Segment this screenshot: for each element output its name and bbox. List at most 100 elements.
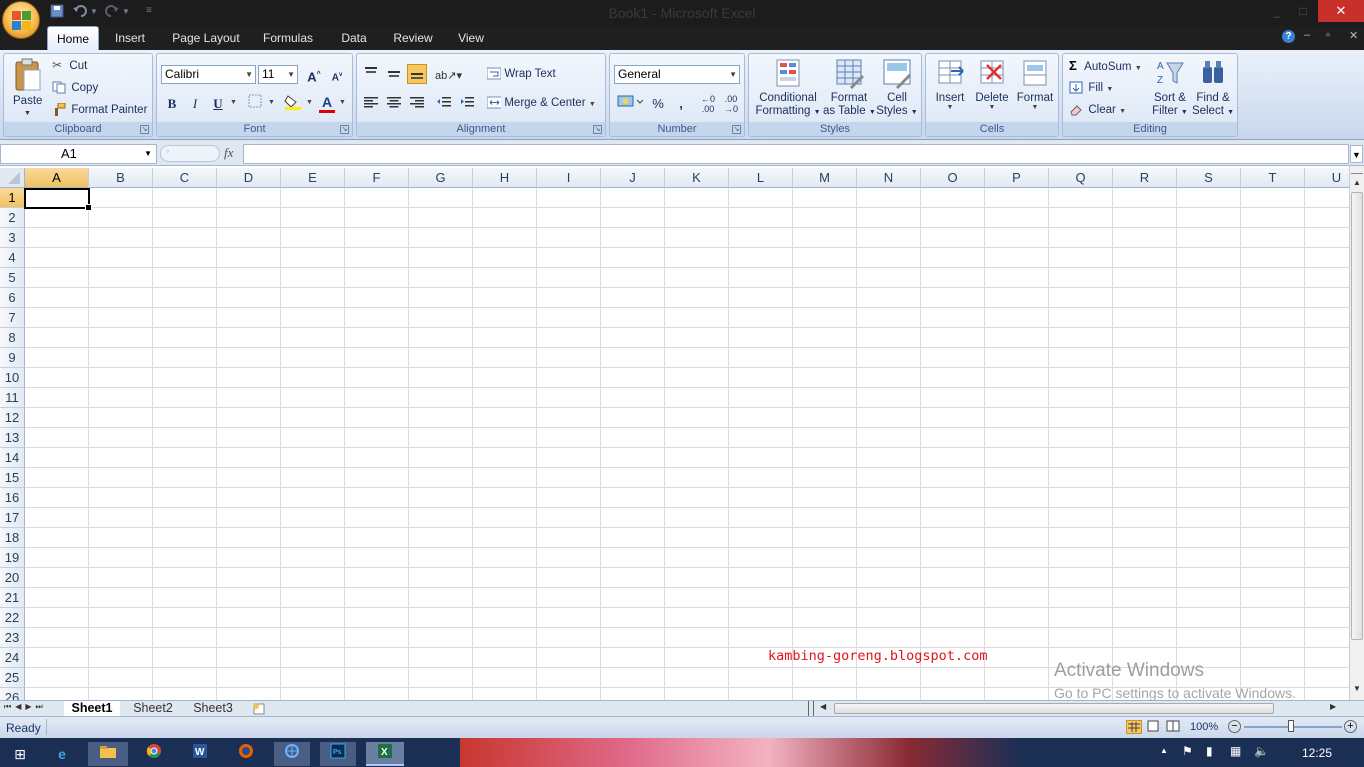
zoom-slider-thumb[interactable] [1288, 720, 1294, 732]
expand-formula-bar-button[interactable]: ▼ [1350, 145, 1363, 163]
bold-button[interactable]: B [162, 93, 182, 113]
font-dialog-launcher[interactable]: ↘ [340, 125, 349, 134]
row-header-20[interactable]: 20 [0, 568, 25, 588]
percent-button[interactable]: % [648, 93, 668, 113]
fill-dropdown-icon[interactable]: ▼ [306, 99, 313, 106]
undo-icon[interactable] [72, 4, 88, 22]
tray-expand-icon[interactable]: ▲ [1160, 746, 1168, 755]
tab-split-handle[interactable] [808, 701, 814, 716]
ribbon-minimize-button[interactable]: – [1304, 29, 1310, 41]
increase-indent-button[interactable] [457, 93, 477, 113]
horizontal-scroll-thumb[interactable] [834, 703, 1274, 714]
row-header-17[interactable]: 17 [0, 508, 25, 528]
restore-button[interactable]: □ [1288, 0, 1318, 22]
clipboard-dialog-launcher[interactable]: ↘ [140, 125, 149, 134]
row-header-14[interactable]: 14 [0, 448, 25, 468]
decrease-indent-button[interactable] [434, 93, 454, 113]
row-header-6[interactable]: 6 [0, 288, 25, 308]
column-header-c[interactable]: C [153, 168, 217, 188]
row-header-9[interactable]: 9 [0, 348, 25, 368]
sheet-tab-sheet1[interactable]: Sheet1 [64, 701, 120, 717]
column-header-j[interactable]: J [601, 168, 665, 188]
column-header-p[interactable]: P [985, 168, 1049, 188]
row-header-4[interactable]: 4 [0, 248, 25, 268]
file-explorer-icon[interactable] [88, 742, 128, 766]
column-header-i[interactable]: I [537, 168, 601, 188]
fill-button[interactable]: Fill ▼ [1069, 80, 1113, 94]
font-size-combo[interactable]: 11 ▼ [258, 65, 298, 84]
align-center-button[interactable] [384, 93, 404, 113]
merge-center-button[interactable]: Merge & Center ▼ [487, 95, 596, 109]
alignment-dialog-launcher[interactable]: ↘ [593, 125, 602, 134]
flag-icon[interactable]: ⚑ [1182, 744, 1193, 758]
row-header-18[interactable]: 18 [0, 528, 25, 548]
sheet-tab-sheet2[interactable]: Sheet2 [126, 701, 180, 717]
select-all-button[interactable] [0, 168, 25, 188]
row-header-2[interactable]: 2 [0, 208, 25, 228]
tab-review[interactable]: Review [387, 26, 439, 50]
row-header-12[interactable]: 12 [0, 408, 25, 428]
column-header-m[interactable]: M [793, 168, 857, 188]
internet-explorer-icon[interactable]: e [44, 742, 80, 766]
scroll-up-icon[interactable]: ▲ [1350, 176, 1364, 190]
column-header-l[interactable]: L [729, 168, 793, 188]
split-box[interactable] [1351, 168, 1363, 174]
column-header-t[interactable]: T [1241, 168, 1305, 188]
office-button[interactable] [2, 1, 40, 39]
row-header-24[interactable]: 24 [0, 648, 25, 668]
active-cell[interactable] [24, 188, 92, 211]
cell-area[interactable] [25, 188, 1349, 700]
increase-decimal-button[interactable]: ←0.00 [698, 93, 718, 114]
scroll-left-icon[interactable]: ◀ [820, 702, 826, 711]
row-header-8[interactable]: 8 [0, 328, 25, 348]
underline-dropdown-icon[interactable]: ▼ [230, 99, 237, 106]
sheet-nav-arrows[interactable]: ⏮◀▶⏭ [4, 702, 47, 712]
column-header-q[interactable]: Q [1049, 168, 1113, 188]
normal-view-button[interactable] [1126, 720, 1142, 734]
firefox-icon[interactable] [228, 742, 264, 766]
currency-button[interactable] [615, 93, 645, 113]
decrease-decimal-button[interactable]: .00 →0 [721, 93, 741, 114]
fill-color-button[interactable] [283, 93, 303, 113]
row-header-19[interactable]: 19 [0, 548, 25, 568]
tab-home[interactable]: Home [47, 26, 99, 50]
font-name-combo[interactable]: Calibri ▼ [161, 65, 256, 84]
row-header-13[interactable]: 13 [0, 428, 25, 448]
scroll-down-icon[interactable]: ▼ [1350, 682, 1364, 696]
clear-button[interactable]: Clear ▼ [1069, 102, 1126, 116]
network-app-icon[interactable] [274, 742, 310, 766]
underline-button[interactable]: U [208, 93, 228, 113]
row-header-26[interactable]: 26 [0, 688, 25, 700]
align-middle-button[interactable] [384, 64, 404, 84]
redo-icon[interactable] [104, 4, 120, 22]
autosum-button[interactable]: Σ AutoSum ▼ [1069, 58, 1142, 73]
row-header-23[interactable]: 23 [0, 628, 25, 648]
tab-formulas[interactable]: Formulas [255, 26, 321, 50]
font-color-button[interactable]: A [317, 91, 337, 111]
orientation-button[interactable]: ab↗▾ [434, 64, 462, 84]
number-dialog-launcher[interactable]: ↘ [732, 125, 741, 134]
insert-sheet-button[interactable] [248, 702, 272, 716]
column-header-d[interactable]: D [217, 168, 281, 188]
undo-dropdown-icon[interactable]: ▼ [90, 7, 98, 25]
tab-data[interactable]: Data [330, 26, 378, 50]
row-header-5[interactable]: 5 [0, 268, 25, 288]
cell-styles-button[interactable]: Cell Styles ▼ [875, 57, 919, 123]
tab-page-layout[interactable]: Page Layout [163, 26, 249, 50]
help-icon[interactable]: ? [1282, 30, 1295, 43]
vertical-scrollbar[interactable]: ▲ ▼ [1349, 166, 1364, 700]
column-header-k[interactable]: K [665, 168, 729, 188]
row-header-1[interactable]: 1 [0, 188, 25, 208]
format-painter-button[interactable]: Format Painter [52, 102, 147, 117]
row-header-21[interactable]: 21 [0, 588, 25, 608]
row-header-11[interactable]: 11 [0, 388, 25, 408]
excel-icon[interactable]: X [366, 742, 404, 766]
ribbon-restore-button[interactable]: ▫ [1326, 29, 1330, 41]
row-header-3[interactable]: 3 [0, 228, 25, 248]
align-right-button[interactable] [407, 93, 427, 113]
row-header-15[interactable]: 15 [0, 468, 25, 488]
zoom-in-button[interactable]: + [1344, 720, 1357, 733]
vertical-scroll-thumb[interactable] [1351, 192, 1363, 640]
insert-function-button[interactable]: fx [224, 145, 233, 161]
chrome-icon[interactable] [136, 742, 172, 766]
